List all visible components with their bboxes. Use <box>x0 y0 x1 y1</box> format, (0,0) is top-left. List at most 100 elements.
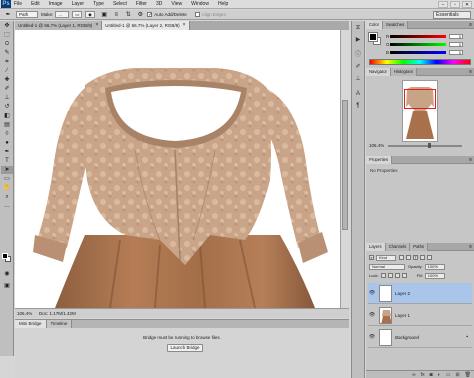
layer-row[interactable]: 👁 Background ▪ <box>368 327 472 348</box>
minimize-button[interactable]: – <box>438 1 448 8</box>
document-tab-active[interactable]: Untitled-1 @ 66.7% (Layer 2, RGB/8) × <box>102 21 190 30</box>
character-panel-icon[interactable]: A <box>353 90 363 99</box>
zoom-level[interactable]: 106.4% <box>17 311 35 316</box>
trash-icon[interactable]: 🗑 <box>465 372 471 378</box>
tab-properties[interactable]: Properties <box>366 155 393 164</box>
workspace-switcher[interactable]: Essentials <box>433 11 471 19</box>
panel-menu-icon[interactable]: ≡ <box>469 69 474 75</box>
info-panel-icon[interactable]: ⓘ <box>353 51 363 60</box>
close-tab-icon[interactable]: × <box>183 21 186 30</box>
marquee-tool-icon[interactable]: ⬚ <box>1 31 13 39</box>
menu-file[interactable]: File <box>14 1 22 7</box>
fill-input[interactable]: 100% <box>424 272 445 279</box>
path-alignment-icon[interactable]: ≡ <box>112 11 120 19</box>
clone-stamp-tool-icon[interactable]: ⊥ <box>1 94 13 102</box>
screen-mode-icon[interactable]: ▣ <box>1 282 13 290</box>
filter-pixel-icon[interactable] <box>399 255 404 260</box>
history-panel-icon[interactable]: ⧖ <box>353 24 363 33</box>
menu-layer[interactable]: Layer <box>72 1 85 7</box>
document-tab[interactable]: Untitled-1 @ 66.7% (Layer 1, RGB/8) × <box>15 21 103 30</box>
menu-window[interactable]: Window <box>191 1 209 7</box>
menu-edit[interactable]: Edit <box>31 1 40 7</box>
gradient-tool-icon[interactable]: ▤ <box>1 121 13 129</box>
layer-row[interactable]: 👁 Layer 1 <box>368 305 472 326</box>
navigator-zoom-value[interactable]: 106.4% <box>369 143 384 148</box>
quick-select-tool-icon[interactable]: ✎ <box>1 49 13 57</box>
paragraph-panel-icon[interactable]: ¶ <box>353 102 363 111</box>
quick-mask-icon[interactable]: ◉ <box>1 270 13 278</box>
edit-toolbar-icon[interactable]: … <box>1 202 13 210</box>
mask-button[interactable]: ▭ <box>72 11 83 18</box>
vertical-scrollbar[interactable] <box>340 30 349 308</box>
menu-3d[interactable]: 3D <box>156 1 162 7</box>
selection-button[interactable]: … <box>55 11 70 18</box>
filter-type-icon[interactable]: T <box>413 255 418 260</box>
navigator-zoom-slider[interactable] <box>388 143 462 148</box>
clone-source-panel-icon[interactable]: ⊥ <box>353 75 363 84</box>
path-operations-icon[interactable]: ▣ <box>100 11 108 19</box>
navigator-view-box[interactable] <box>404 89 436 109</box>
panel-menu-icon[interactable]: ≡ <box>469 244 474 250</box>
layer-name[interactable]: Layer 2 <box>395 291 410 296</box>
restore-button[interactable]: ▫ <box>450 1 460 8</box>
visibility-eye-icon[interactable]: 👁 <box>368 312 376 318</box>
close-button[interactable]: ✕ <box>462 1 472 8</box>
lock-position-icon[interactable] <box>394 273 400 278</box>
green-slider[interactable] <box>390 42 446 46</box>
close-tab-icon[interactable]: × <box>95 21 98 30</box>
tab-color[interactable]: Color <box>366 20 384 29</box>
layer-name[interactable]: Background <box>395 335 419 340</box>
dodge-tool-icon[interactable]: ● <box>1 139 13 147</box>
tab-layers[interactable]: Layers <box>366 242 386 251</box>
adjustment-layer-icon[interactable]: ◐ <box>438 372 441 378</box>
shape-tool-icon[interactable]: ▭ <box>1 175 13 183</box>
tab-channels[interactable]: Channels <box>385 242 411 251</box>
new-group-icon[interactable]: ▭ <box>446 372 451 378</box>
auto-add-delete-checkbox[interactable]: ✓ <box>147 12 152 18</box>
filter-smart-object-icon[interactable] <box>427 255 432 260</box>
tab-timeline[interactable]: Timeline <box>46 320 73 328</box>
menu-select[interactable]: Select <box>113 1 127 7</box>
actions-panel-icon[interactable]: ▶ <box>353 36 363 45</box>
menu-help[interactable]: Help <box>218 1 228 7</box>
filter-shape-icon[interactable] <box>420 255 425 260</box>
move-tool-icon[interactable]: ✥ <box>1 22 13 30</box>
lock-transparency-icon[interactable] <box>380 273 386 278</box>
layer-name[interactable]: Layer 1 <box>395 313 410 318</box>
panel-menu-icon[interactable]: ≡ <box>469 157 474 163</box>
tab-histogram[interactable]: Histogram <box>390 67 418 76</box>
tab-mini-bridge[interactable]: Mini Bridge <box>15 320 47 328</box>
eyedropper-tool-icon[interactable]: ⁄ <box>1 67 13 75</box>
blur-tool-icon[interactable]: ◊ <box>1 130 13 138</box>
brush-tool-icon[interactable]: ✐ <box>1 85 13 93</box>
crop-tool-icon[interactable]: ⌗ <box>1 58 13 66</box>
navigator-zoom-knob[interactable] <box>428 143 431 148</box>
layer-row[interactable]: 👁 Layer 2 <box>368 283 472 304</box>
link-layers-icon[interactable]: ∞ <box>412 372 416 378</box>
brush-panel-icon[interactable]: ✐ <box>353 63 363 72</box>
blue-value-input[interactable]: 0 <box>449 49 463 55</box>
visibility-eye-icon[interactable]: 👁 <box>368 290 376 296</box>
healing-brush-tool-icon[interactable]: ✚ <box>1 76 13 84</box>
visibility-eye-icon[interactable]: 👁 <box>368 334 376 340</box>
foreground-color-swatch[interactable] <box>368 32 378 42</box>
new-layer-icon[interactable]: ⊞ <box>455 372 459 378</box>
lock-all-icon[interactable] <box>401 273 407 278</box>
color-spectrum-bar[interactable] <box>369 59 471 65</box>
shape-button[interactable]: ◆ <box>85 11 96 18</box>
tab-navigator[interactable]: Navigator <box>366 67 391 76</box>
red-value-input[interactable]: 0 <box>449 33 463 39</box>
pen-tool-preset-icon[interactable]: ✒ <box>3 11 13 19</box>
vertical-scroll-thumb[interactable] <box>342 100 348 230</box>
align-edges-checkbox[interactable] <box>194 12 200 17</box>
red-slider[interactable] <box>390 34 446 38</box>
filter-kind-select[interactable]: Kind <box>376 254 396 261</box>
eraser-tool-icon[interactable]: ◧ <box>1 112 13 120</box>
opacity-input[interactable]: 100% <box>424 263 445 270</box>
lasso-tool-icon[interactable]: ଠ <box>1 40 13 48</box>
blue-slider[interactable] <box>390 50 446 54</box>
path-selection-tool-icon[interactable]: ➤ <box>1 166 13 174</box>
blend-mode-select[interactable]: Normal <box>369 263 405 270</box>
hand-tool-icon[interactable]: ✋ <box>1 184 13 192</box>
history-brush-tool-icon[interactable]: ↺ <box>1 103 13 111</box>
